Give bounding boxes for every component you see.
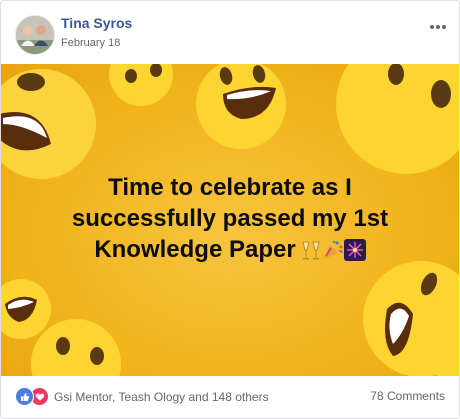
ellipsis-icon[interactable]	[429, 17, 447, 35]
post-footer: Gsi Mentor, Teash Ology and 148 others 7…	[1, 377, 459, 418]
author-avatar[interactable]	[15, 15, 55, 55]
champagne-glasses-icon	[302, 241, 320, 260]
comments-count-link[interactable]: 78 Comments	[370, 389, 445, 403]
post-header: Tina Syros February 18	[1, 1, 459, 63]
caption-line-3: Knowledge Paper	[1, 234, 459, 269]
fireworks-icon	[343, 239, 366, 261]
party-popper-icon	[323, 240, 343, 259]
reactions-summary[interactable]: Gsi Mentor, Teash Ology and 148 others	[15, 387, 269, 406]
like-icon	[15, 387, 34, 406]
author-name-link[interactable]: Tina Syros	[61, 15, 132, 31]
image-caption: Time to celebrate as I successfully pass…	[1, 172, 459, 269]
post-image[interactable]: Time to celebrate as I successfully pass…	[1, 64, 459, 376]
caption-line-1: Time to celebrate as I	[108, 174, 352, 201]
caption-line-2: successfully passed my 1st	[71, 205, 389, 232]
caption-emojis	[300, 238, 366, 269]
caption-line-3-text: Knowledge Paper	[94, 236, 296, 263]
post-date-link[interactable]: February 18	[61, 37, 120, 49]
reactors-text: Gsi Mentor, Teash Ology and 148 others	[54, 389, 269, 404]
post-card: Tina Syros February 18 Time to celebrate…	[0, 0, 460, 419]
